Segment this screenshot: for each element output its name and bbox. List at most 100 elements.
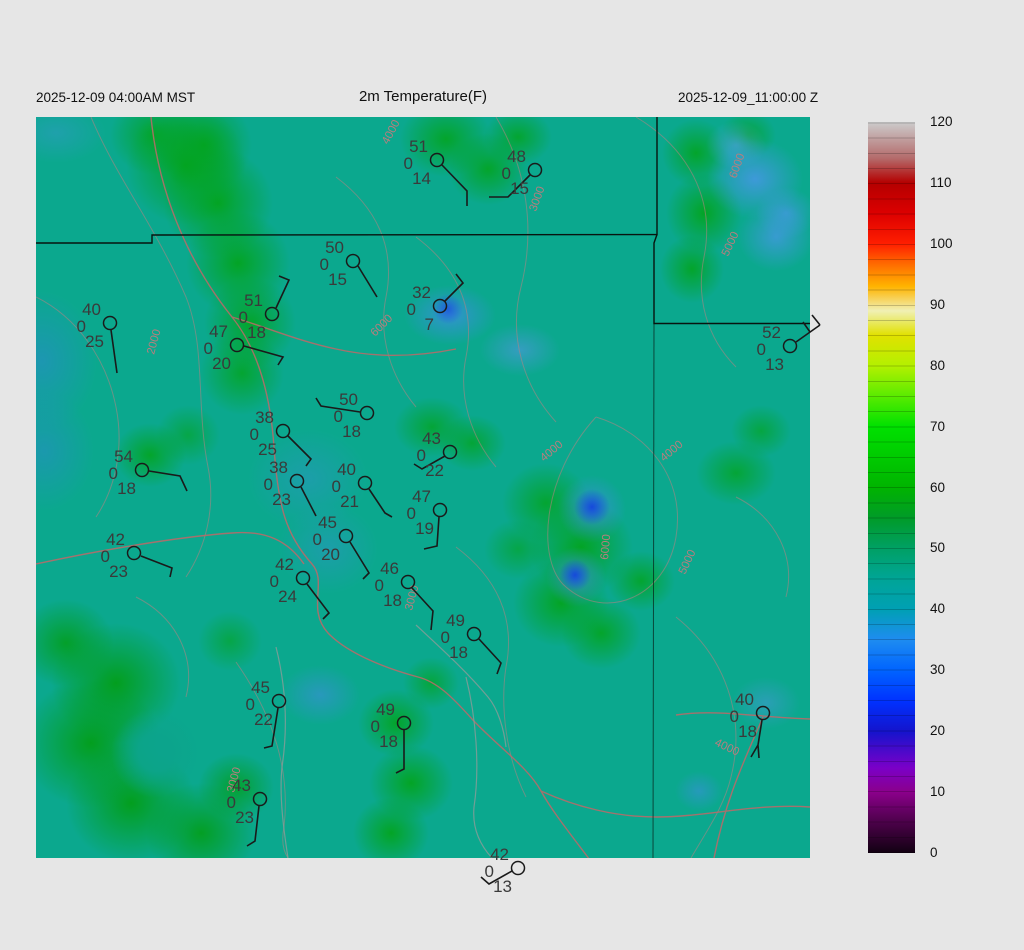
station-circle — [275, 423, 291, 439]
station-circle — [359, 405, 375, 421]
weather-map-page: 2025-12-09 04:00AM MST 2m Temperature(F)… — [0, 0, 1024, 950]
station-plot: 48015 — [489, 147, 543, 198]
station-circle — [126, 545, 142, 561]
station-circle — [295, 570, 311, 586]
station-dewpoint-value: 13 — [765, 355, 784, 374]
station-dewpoint-value: 20 — [321, 545, 340, 564]
temperature-map: 4000 3000 6000 5000 2000 6000 4000 4000 6000 5000… — [36, 117, 821, 896]
station-circle — [289, 473, 305, 489]
station-dewpoint-value: 14 — [412, 169, 431, 188]
station-plot: 40018 — [730, 690, 771, 759]
colorbar-tick-label: 100 — [930, 235, 953, 251]
station-plot: 54018 — [109, 447, 188, 498]
colorbar-tick-label: 50 — [930, 540, 946, 556]
wind-barb — [357, 265, 378, 298]
station-dewpoint-value: 20 — [212, 354, 231, 373]
colorbar-gradient — [868, 122, 915, 853]
station-plot: 38023 — [264, 458, 317, 517]
wind-barb — [444, 273, 465, 302]
station-dewpoint-value: 21 — [340, 492, 359, 511]
station-plot: 47020 — [204, 322, 285, 373]
station-plot: 52013 — [757, 314, 821, 374]
station-circle — [432, 298, 448, 314]
wind-barb — [148, 470, 188, 492]
colorbar-tick-label: 10 — [930, 784, 946, 800]
colorbar-tick-label: 20 — [930, 723, 946, 739]
station-circle — [782, 338, 798, 354]
station-circle — [429, 152, 445, 168]
wind-barb — [110, 329, 118, 374]
station-dewpoint-value: 25 — [258, 440, 277, 459]
station-dewpoint-value: 15 — [510, 179, 529, 198]
station-circle — [264, 306, 280, 322]
colorbar-tick-label: 30 — [930, 662, 946, 678]
station-plot: 51014 — [404, 137, 468, 206]
wind-barb — [349, 541, 371, 580]
colorbar-tick-label: 60 — [930, 479, 946, 495]
station-circle — [527, 162, 543, 178]
station-circle — [755, 705, 771, 721]
wind-barb — [795, 314, 821, 343]
station-plot: 51018 — [239, 275, 291, 342]
station-plot: 45020 — [313, 513, 371, 580]
colorbar-tick-labels: 0 10 20 30 40 50 60 70 80 90 100 110 120 — [930, 114, 990, 860]
station-plot: 40025 — [77, 300, 118, 374]
station-circle — [252, 791, 268, 807]
station-dewpoint-value: 15 — [328, 270, 347, 289]
station-circle — [271, 693, 287, 709]
station-plot: 42023 — [101, 530, 173, 581]
station-plot: 46018 — [375, 559, 434, 631]
station-dewpoint-value: 18 — [247, 323, 266, 342]
station-dewpoint-value: 18 — [738, 722, 757, 741]
station-circle — [229, 337, 245, 353]
station-circle — [345, 253, 361, 269]
station-plot: 49018 — [441, 611, 502, 675]
station-plot: 49018 — [371, 700, 412, 774]
colorbar-tick-label: 0 — [930, 845, 938, 860]
colorbar-tick-label: 90 — [930, 296, 946, 312]
station-dewpoint-value: 18 — [449, 643, 468, 662]
wind-barb — [140, 555, 173, 578]
wind-barb — [368, 488, 393, 518]
colorbar-tick-label: 80 — [930, 357, 946, 373]
station-plot: 50018 — [315, 390, 375, 441]
station-plot: 42024 — [270, 555, 331, 620]
station-circle — [102, 315, 118, 331]
wind-barb — [287, 435, 313, 467]
wind-barb — [411, 587, 434, 631]
colorbar-tick-label: 110 — [930, 174, 952, 190]
station-plot: 3207 — [407, 273, 465, 334]
station-dewpoint-value: 23 — [109, 562, 128, 581]
station-circle — [134, 462, 150, 478]
station-circle — [510, 860, 526, 876]
station-circle — [400, 574, 416, 590]
station-plot: 42013 — [480, 845, 526, 896]
wind-barb — [300, 486, 317, 517]
station-plot: 43022 — [413, 429, 458, 480]
station-plots-layer: 51014 48015 50015 51018 3207 40025 47020 52013 5… — [77, 137, 821, 896]
station-dewpoint-value: 18 — [379, 732, 398, 751]
wind-barb — [441, 164, 468, 206]
wind-barb — [478, 638, 502, 675]
colorbar-tick-label: 40 — [930, 601, 946, 617]
station-dewpoint-value: 23 — [235, 808, 254, 827]
station-dewpoint-value: 24 — [278, 587, 297, 606]
station-plot: 45022 — [246, 678, 287, 749]
wind-barb — [275, 275, 291, 309]
station-circle — [338, 528, 354, 544]
station-dewpoint-value: 22 — [425, 461, 444, 480]
station-dewpoint-value: 23 — [272, 490, 291, 509]
station-circle — [432, 502, 448, 518]
station-circle — [396, 715, 412, 731]
colorbar-tick-label: 120 — [930, 114, 953, 129]
colorbar-tick-label: 70 — [930, 418, 946, 434]
station-circle — [442, 444, 458, 460]
valid-time-utc-label: 2025-12-09_11:00:00 Z — [678, 90, 819, 105]
station-dewpoint-value: 13 — [493, 877, 512, 896]
station-dewpoint-value: 7 — [425, 315, 434, 334]
station-circle — [357, 475, 373, 491]
station-dewpoint-value: 18 — [117, 479, 136, 498]
station-dewpoint-value: 22 — [254, 710, 273, 729]
station-dewpoint-value: 19 — [415, 519, 434, 538]
station-dewpoint-value: 25 — [85, 332, 104, 351]
